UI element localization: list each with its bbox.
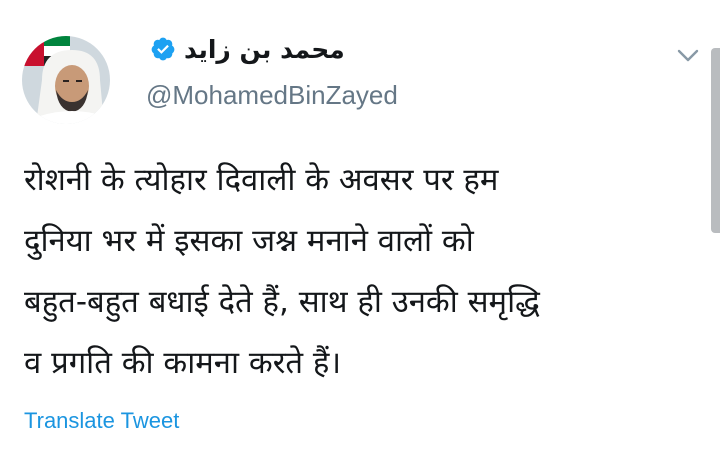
tweet-text-line: दुनिया भर में इसका जश्न मनाने वालों को xyxy=(24,223,474,259)
tweet-text-line: व प्रगति की कामना करते हैं। xyxy=(24,345,342,381)
tweet-text-line: बहुत-बहुत बधाई देते हैं, साथ ही उनकी समृ… xyxy=(24,284,540,320)
avatar[interactable] xyxy=(22,36,110,124)
display-name[interactable]: محمد بن زايد xyxy=(184,35,345,64)
scrollbar[interactable] xyxy=(711,48,720,233)
avatar-image xyxy=(22,36,110,124)
user-handle[interactable]: @MohamedBinZayed xyxy=(146,80,398,111)
author-name-row[interactable]: محمد بن زايد xyxy=(150,30,345,68)
verified-badge-icon xyxy=(150,36,176,62)
tweet-text-line: रोशनी के त्योहार दिवाली के अवसर पर हम xyxy=(24,162,499,198)
chevron-down-icon[interactable] xyxy=(676,48,700,64)
tweet-text: रोशनी के त्योहार दिवाली के अवसर पर हम दु… xyxy=(24,150,704,394)
translate-tweet-link[interactable]: Translate Tweet xyxy=(24,408,179,434)
tweet-card: محمد بن زايد @MohamedBinZayed रोशनी के त… xyxy=(0,0,720,453)
